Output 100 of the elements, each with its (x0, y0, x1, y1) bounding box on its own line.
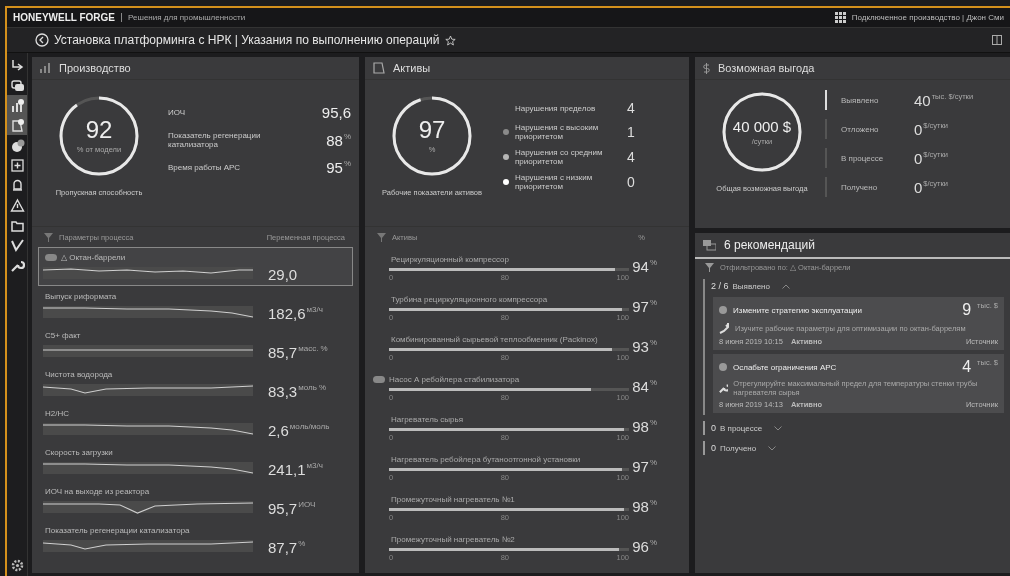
app-subtitle: Решения для промышленности (128, 13, 246, 22)
violation-count: 4 (627, 100, 635, 116)
parameter-row[interactable]: △ Октан-баррели 29,0 (38, 247, 353, 286)
metric-value: 95,6 (321, 104, 351, 121)
status-value: 0 (914, 178, 923, 196)
parameter-label: Чистота водорода (45, 369, 113, 379)
group-label: Выявлено (732, 281, 770, 291)
parameter-unit: м3/ч (306, 305, 323, 314)
asset-value: 93 (632, 337, 649, 355)
asset-unit: % (649, 417, 657, 427)
asset-label: Промежуточный нагреватель №2 (391, 534, 515, 544)
panel-title: Возможная выгода (718, 62, 815, 74)
parameter-label: Выпуск риформата (45, 291, 117, 301)
filter-icon (705, 263, 714, 272)
metric-value: 88 (326, 131, 343, 149)
asset-label: Нагреватель ребойлера бутаноотгонной установки (391, 454, 581, 464)
filter-icon (377, 232, 386, 242)
panel-title: Производство (59, 62, 131, 74)
status-label: Выявлено (841, 95, 880, 105)
asset-label: Насос А ребойлера стабилизатора (389, 374, 520, 384)
recommendation-icon (703, 239, 716, 251)
asset-value: 94 (632, 257, 649, 275)
group-label: В процессе (720, 423, 763, 433)
parameter-value: 241,1 (268, 461, 306, 478)
gauge-value: 92 (85, 118, 113, 142)
group-label: Получено (720, 443, 757, 453)
layers-icon (9, 77, 25, 93)
chevron-icon (774, 425, 783, 431)
parameter-label: △ Октан-баррели (61, 252, 126, 262)
asset-label: Комбинированный сырьевой теплообменник (Packinox) (391, 334, 598, 344)
parameter-unit: моль/моль (289, 422, 330, 431)
asset-value: 97 (632, 457, 649, 475)
group-header[interactable]: 0 Получено (703, 441, 1006, 455)
asset-label: Турбина рециркуляционного компрессора (391, 294, 548, 304)
user-label[interactable]: Подключенное производство | Джон Сми (851, 13, 1004, 22)
sidebar-button[interactable] (7, 115, 27, 135)
group-header[interactable]: 2 / 6 Выявлено (705, 279, 1006, 293)
parameter-value: 29,0 (268, 266, 298, 283)
asset-value: 97 (632, 297, 649, 315)
status-dot-icon (719, 363, 727, 371)
star-icon (444, 34, 456, 46)
parameter-label: ИОЧ на выходе из реактора (45, 486, 150, 496)
bar-chart-icon (40, 63, 51, 73)
card-title: Измените стратегию эксплуатации (733, 305, 862, 315)
plus-box-icon (9, 157, 25, 173)
apps-grid-icon[interactable] (834, 12, 846, 23)
asset-icon (373, 62, 385, 74)
status-label: Отложено (841, 124, 880, 134)
violation-count: 1 (627, 124, 635, 140)
brand-name: HONEYWELL FORGE (13, 12, 116, 23)
chevron-icon (768, 445, 777, 451)
parameter-value: 85,7 (268, 344, 298, 361)
back-icon (35, 33, 49, 47)
asset-value: 84 (632, 377, 649, 395)
asset-icon (9, 117, 25, 133)
violation-label: Нарушения пределов (515, 103, 597, 113)
parameter-label: Показатель регенерации катализатора (45, 525, 190, 535)
asset-unit: % (649, 377, 657, 387)
flow-icon (9, 57, 25, 73)
settings-icon (10, 559, 24, 572)
bar-chart-icon (9, 97, 25, 113)
violation-label: Нарушения со средним приоритетом (515, 148, 604, 166)
asset-value: 96 (632, 537, 649, 555)
gauge-value: 40 000 $ (732, 118, 792, 134)
asset-label: Нагреватель сырья (391, 414, 463, 424)
group-count: 2 / 6 (711, 281, 729, 291)
asset-label: Промежуточный нагреватель №1 (391, 494, 515, 504)
sidebar-button[interactable] (7, 95, 27, 115)
parameter-row[interactable]: Показатель регенерации катализатора 87,7% (38, 520, 353, 559)
group-header[interactable]: 0 В процессе (703, 421, 1006, 435)
parameter-unit: моль % (298, 383, 327, 392)
parameter-unit: м3/ч (306, 461, 323, 470)
violation-count: 4 (627, 149, 635, 165)
status-dot-icon (719, 306, 727, 314)
metric-label: ИОЧ (168, 108, 187, 117)
metric-unit: % (343, 131, 351, 141)
asset-value: 98 (632, 417, 649, 435)
metric-label: Показатель регенерации катализатора (168, 131, 262, 149)
violation-label: Нарушения с низким приоритетом (515, 173, 594, 191)
metric-unit: % (343, 159, 351, 168)
gauge-value: 97 (418, 118, 446, 142)
status-value: 0 (914, 120, 923, 138)
layout-icon (992, 35, 1002, 45)
parameter-label: H2/HC (45, 408, 69, 418)
asset-unit: % (649, 257, 657, 267)
asset-value: 98 (632, 497, 649, 515)
dollar-icon (703, 62, 710, 74)
card-value: 4 (962, 358, 972, 376)
group-count: 0 (711, 423, 716, 433)
parameter-label: C5+ факт (45, 330, 81, 340)
asset-unit: % (649, 457, 657, 467)
check-icon (9, 237, 25, 253)
asset-label: Рециркуляционный компрессор (391, 254, 509, 264)
parameter-value: 182,6 (268, 305, 306, 322)
parameter-unit: % (298, 539, 306, 548)
card-value: 9 (962, 301, 972, 319)
panel-title: 6 рекомендаций (724, 238, 815, 252)
pie-icon (9, 137, 25, 153)
warning-icon (9, 197, 25, 213)
parameter-value: 95,7 (268, 500, 298, 517)
